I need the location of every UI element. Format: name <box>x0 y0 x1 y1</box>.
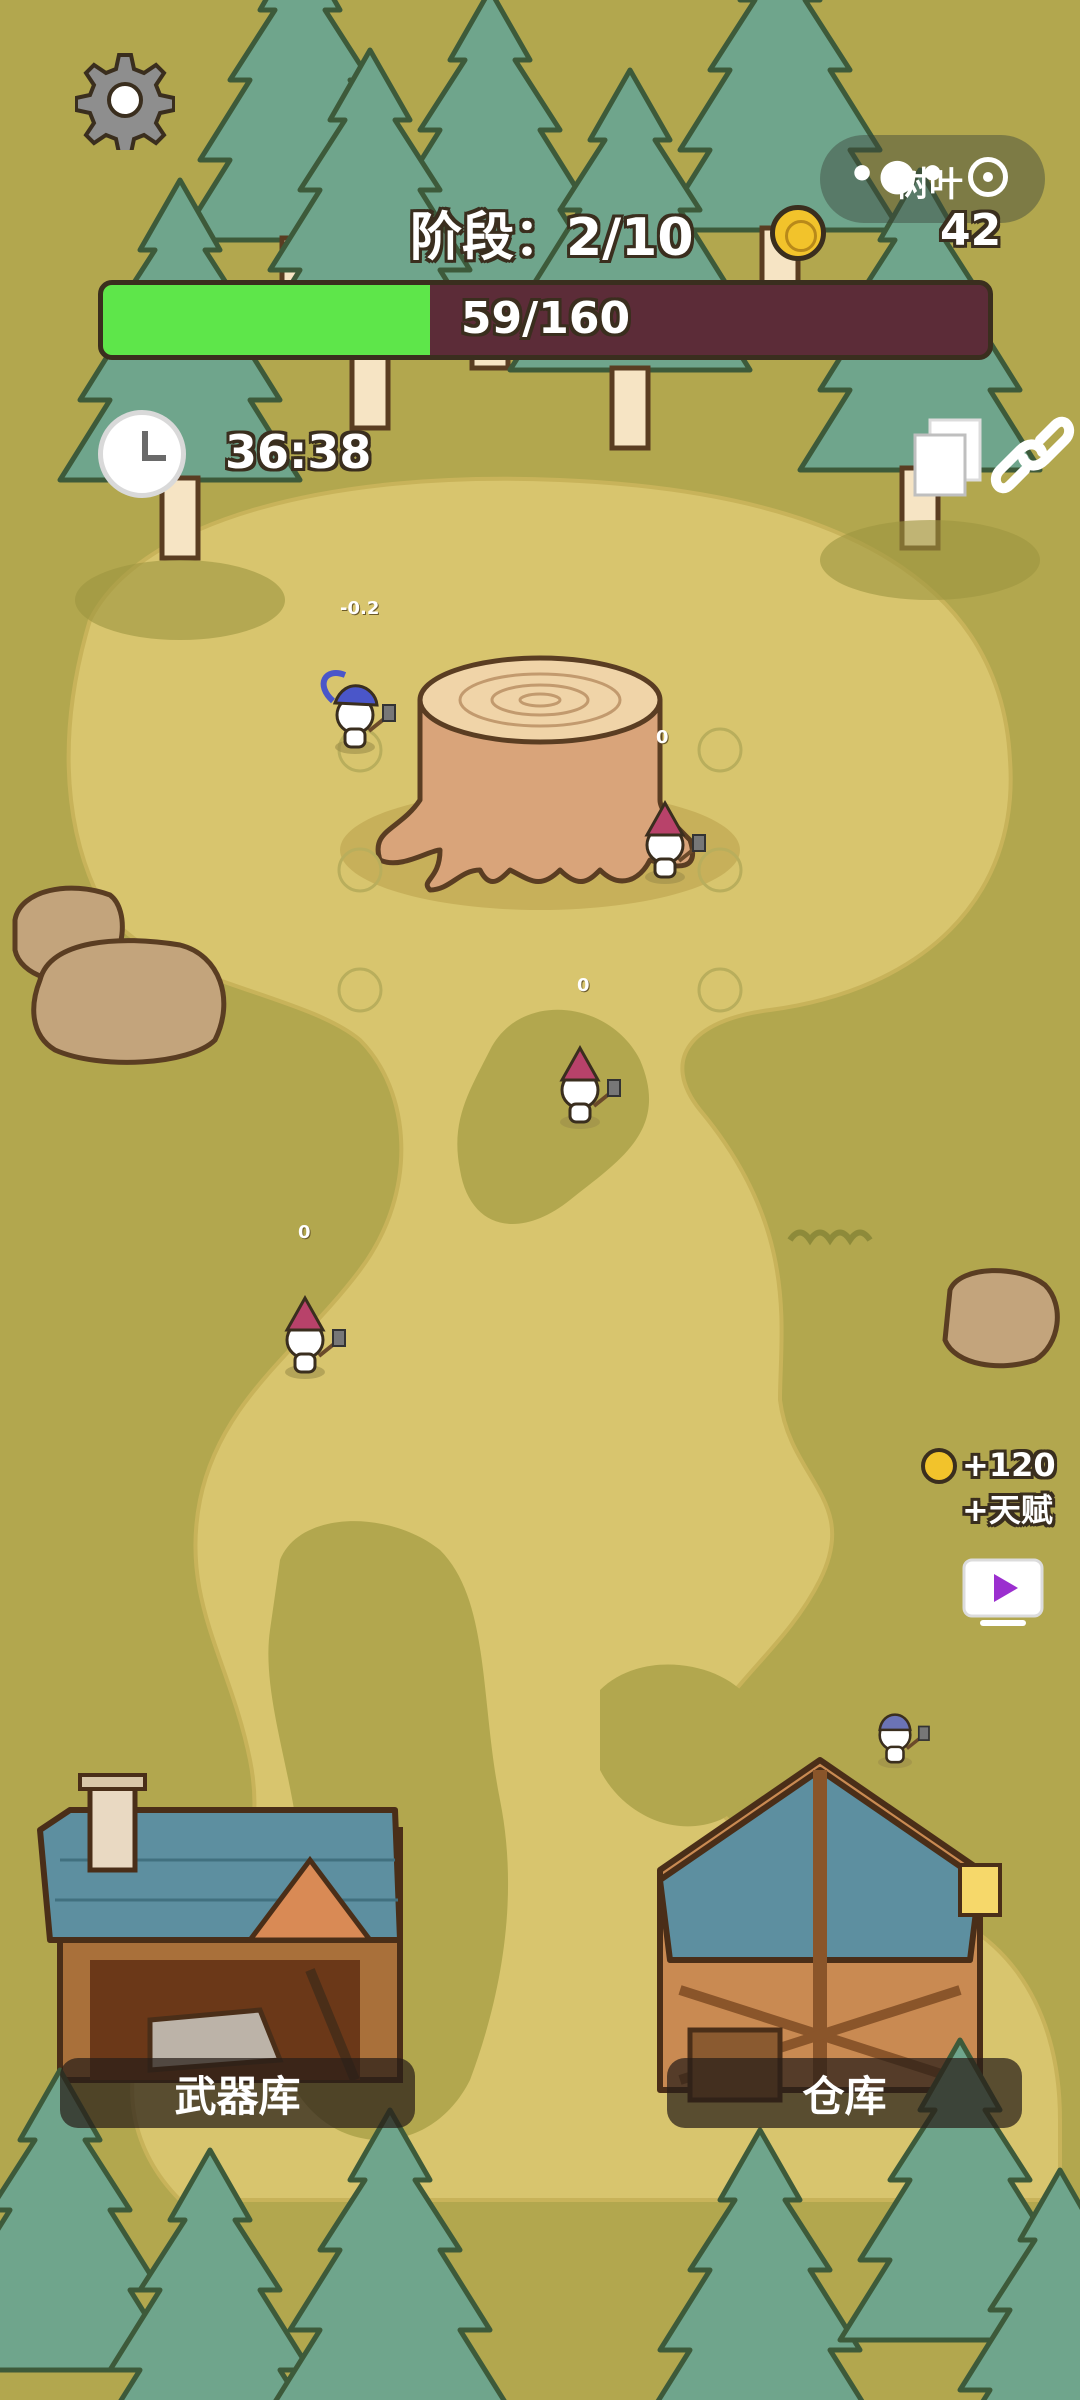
document-icon <box>913 418 982 497</box>
countdown-timer: 36:38 <box>225 425 372 479</box>
floating-number: 0 <box>656 727 669 748</box>
copy-button[interactable] <box>905 410 995 500</box>
mini-program-capsule: •●• 树叶 <box>820 135 1045 223</box>
coin-icon <box>770 205 826 261</box>
watch-video-button[interactable] <box>962 1558 1044 1628</box>
armory-label: 武器库 <box>174 2071 301 2121</box>
armory-button[interactable]: 武器库 <box>60 2058 415 2128</box>
clock-icon <box>98 410 186 498</box>
capsule-title: 树叶 <box>895 165 963 205</box>
video-play-icon <box>962 1558 1044 1626</box>
target-icon[interactable] <box>968 157 1008 197</box>
stage-label: 阶段：2/10 <box>410 208 694 268</box>
reward-coin-icon <box>921 1448 957 1484</box>
link-icon <box>990 416 1075 494</box>
warehouse-button[interactable]: 仓库 <box>667 2058 1022 2128</box>
settings-button[interactable] <box>74 50 176 155</box>
game-scene <box>0 0 1080 2400</box>
coin-count: 42 <box>940 205 1002 256</box>
progress-text: 59/160 <box>460 293 631 344</box>
reward-talent: +天赋 <box>962 1491 1053 1529</box>
floating-number: 0 <box>577 975 590 996</box>
warehouse-label: 仓库 <box>802 2071 887 2121</box>
floating-number: -0.2 <box>340 598 380 619</box>
reward-coins: +120 <box>962 1446 1056 1484</box>
stage-progress-bar: 59/160 <box>98 280 993 360</box>
gear-icon <box>74 53 176 155</box>
floating-number: 0 <box>298 1222 311 1243</box>
share-link-button[interactable] <box>990 410 1075 500</box>
